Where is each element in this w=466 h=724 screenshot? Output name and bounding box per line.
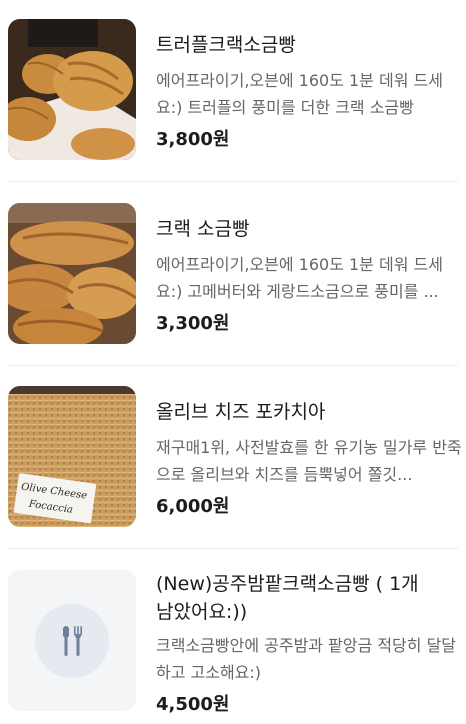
menu-item-price: 3,300원 xyxy=(156,313,230,334)
menu-item-gongju-chestnut-salt-bread[interactable]: (New)공주밤팥크랙소금빵 ( 1개 남았어요:)) 크랙소금빵안에 공주밤과… xyxy=(0,570,466,718)
menu-item-crack-salt-bread[interactable]: 크랙 소금빵 에어프라이기,오븐에 160도 1분 데워 드세요:) 고메버터와… xyxy=(0,203,466,344)
menu-item-title: 크랙 소금빵 xyxy=(156,218,250,240)
menu-item-title: (New)공주밤팥크랙소금빵 ( 1개 남았어요:)) xyxy=(156,573,419,623)
divider xyxy=(8,365,458,366)
menu-item-truffle-salt-bread[interactable]: 트러플크랙소금빵 에어프라이기,오븐에 160도 1분 데워 드세요:) 트러플… xyxy=(0,19,466,160)
utensils-icon xyxy=(63,625,82,656)
image-placeholder xyxy=(8,570,136,711)
menu-item-info: 올리브 치즈 포카치아 재구매1위, 사전발효를 한 유기농 밀가루 반죽으로 … xyxy=(156,386,466,520)
menu-list: 트러플크랙소금빵 에어프라이기,오븐에 160도 1분 데워 드세요:) 트러플… xyxy=(0,0,466,724)
menu-item-info: 크랙 소금빵 에어프라이기,오븐에 160도 1분 데워 드세요:) 고메버터와… xyxy=(156,203,466,337)
placeholder-circle xyxy=(35,603,109,678)
crack-salt-bread-photo xyxy=(8,203,136,344)
menu-item-olive-cheese-focaccia[interactable]: Olive Cheese Focaccia 올리브 치즈 포카치아 재구매1위,… xyxy=(0,386,466,527)
menu-item-info: 트러플크랙소금빵 에어프라이기,오븐에 160도 1분 데워 드세요:) 트러플… xyxy=(156,19,466,153)
truffle-salt-bread-photo xyxy=(8,19,136,160)
menu-item-description: 에어프라이기,오븐에 160도 1분 데워 드세요:) 고메버터와 게랑드소금으… xyxy=(156,255,443,301)
menu-item-description: 재구매1위, 사전발효를 한 유기농 밀가루 반죽으로 올리브와 치즈를 듬뿍넣… xyxy=(156,438,462,484)
menu-item-title: 트러플크랙소금빵 xyxy=(156,34,296,56)
menu-item-description: 에어프라이기,오븐에 160도 1분 데워 드세요:) 트러플의 풍미를 더한 … xyxy=(156,71,443,117)
menu-item-title: 올리브 치즈 포카치아 xyxy=(156,401,326,423)
divider xyxy=(8,548,458,549)
menu-item-price: 4,500원 xyxy=(156,694,230,715)
menu-item-price: 3,800원 xyxy=(156,129,230,150)
menu-item-info: (New)공주밤팥크랙소금빵 ( 1개 남았어요:)) 크랙소금빵안에 공주밤과… xyxy=(156,570,466,718)
menu-item-price: 6,000원 xyxy=(156,496,230,517)
menu-item-description: 크랙소금빵안에 공주밤과 팥앙금 적당히 달달하고 고소해요:) xyxy=(156,636,457,682)
olive-cheese-focaccia-photo: Olive Cheese Focaccia xyxy=(8,386,136,527)
divider xyxy=(8,181,458,182)
